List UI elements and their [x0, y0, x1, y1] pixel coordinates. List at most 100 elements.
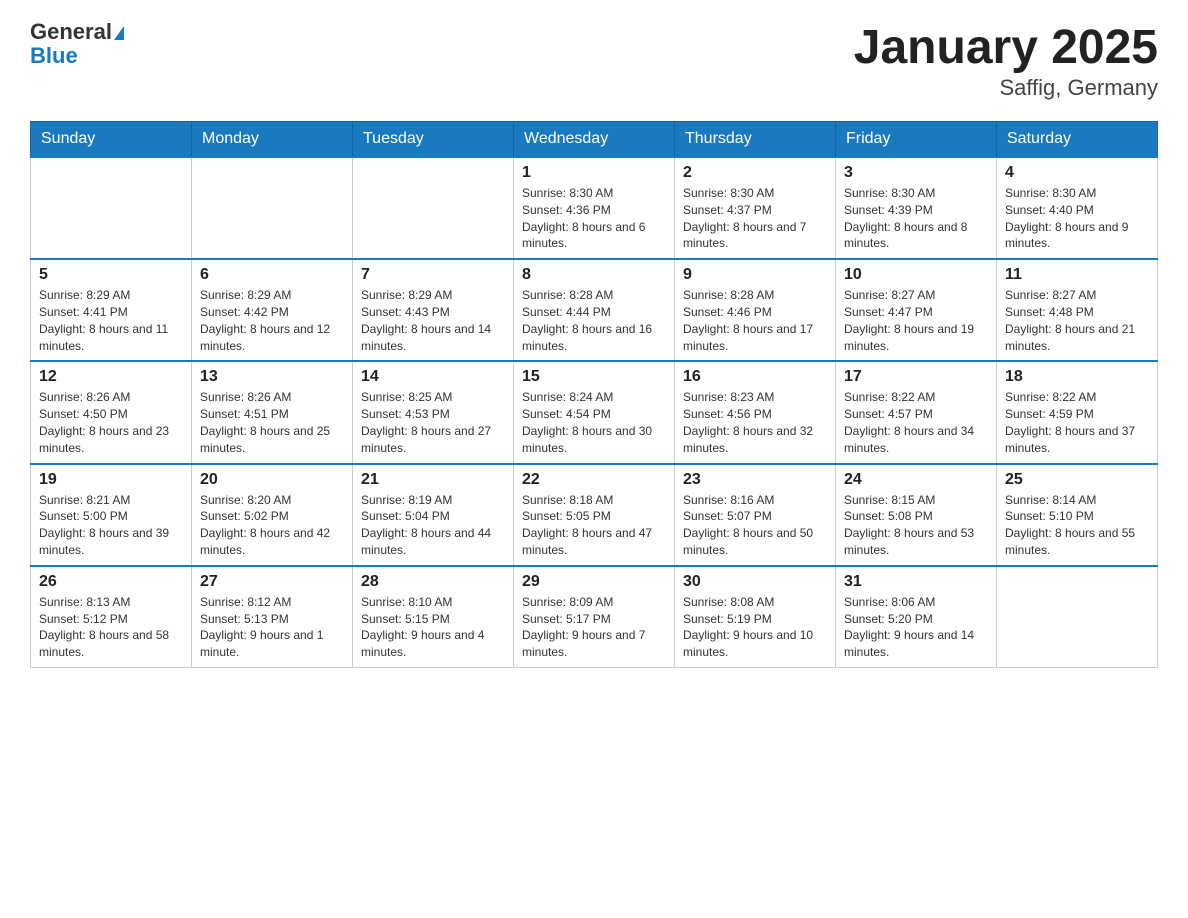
- calendar-cell: 21 Sunrise: 8:19 AM Sunset: 5:04 PM Dayli…: [353, 464, 514, 566]
- week-row-4: 19Sunrise: 8:21 AM Sunset: 5:00 PM Dayli…: [31, 464, 1158, 566]
- logo-triangle-icon: [114, 26, 124, 40]
- day-number: 31: [844, 573, 988, 591]
- calendar-cell: 26 Sunrise: 8:13 AM Sunset: 5:12 PM Dayli…: [31, 566, 192, 668]
- calendar-cell: 30 Sunrise: 8:08 AM Sunset: 5:19 PM Dayli…: [675, 566, 836, 668]
- day-info: Sunrise: 8:22 AM Sunset: 4:57 PM Dayligh…: [844, 389, 988, 456]
- day-info: Sunrise: 8:19 AM Sunset: 5:04 PM Dayligh…: [361, 492, 505, 559]
- day-info: Sunrise: 8:10 AM Sunset: 5:15 PM Dayligh…: [361, 594, 505, 661]
- day-info: Sunrise: 8:30 AM Sunset: 4:36 PM Dayligh…: [522, 185, 666, 252]
- day-info: Sunrise: 8:30 AM Sunset: 4:39 PM Dayligh…: [844, 185, 988, 252]
- calendar-cell: 22 Sunrise: 8:18 AM Sunset: 5:05 PM Dayli…: [514, 464, 675, 566]
- calendar-cell: [997, 566, 1158, 668]
- calendar-table: SundayMondayTuesdayWednesdayThursdayFrid…: [30, 121, 1158, 668]
- day-number: 21: [361, 471, 505, 489]
- weekday-header-thursday: Thursday: [675, 122, 836, 158]
- day-number: 25: [1005, 471, 1149, 489]
- logo-general-text: General: [30, 19, 112, 44]
- day-info: Sunrise: 8:18 AM Sunset: 5:05 PM Dayligh…: [522, 492, 666, 559]
- day-info: Sunrise: 8:12 AM Sunset: 5:13 PM Dayligh…: [200, 594, 344, 661]
- day-number: 5: [39, 266, 183, 284]
- calendar-cell: 23Sunrise: 8:16 AM Sunset: 5:07 PM Dayli…: [675, 464, 836, 566]
- day-info: Sunrise: 8:28 AM Sunset: 4:46 PM Dayligh…: [683, 287, 827, 354]
- title-block: January 2025 Saffig, Germany: [854, 20, 1158, 101]
- day-info: Sunrise: 8:28 AM Sunset: 4:44 PM Dayligh…: [522, 287, 666, 354]
- day-number: 9: [683, 266, 827, 284]
- day-number: 22: [522, 471, 666, 489]
- calendar-cell: 6Sunrise: 8:29 AM Sunset: 4:42 PM Daylig…: [192, 259, 353, 361]
- page-header: General Blue January 2025 Saffig, German…: [30, 20, 1158, 101]
- calendar-cell: 1Sunrise: 8:30 AM Sunset: 4:36 PM Daylig…: [514, 157, 675, 259]
- calendar-cell: [192, 157, 353, 259]
- calendar-cell: 17 Sunrise: 8:22 AM Sunset: 4:57 PM Dayli…: [836, 361, 997, 463]
- day-info: Sunrise: 8:22 AM Sunset: 4:59 PM Dayligh…: [1005, 389, 1149, 456]
- day-number: 10: [844, 266, 988, 284]
- day-info: Sunrise: 8:08 AM Sunset: 5:19 PM Dayligh…: [683, 594, 827, 661]
- day-info: Sunrise: 8:30 AM Sunset: 4:37 PM Dayligh…: [683, 185, 827, 252]
- calendar-title: January 2025: [854, 20, 1158, 75]
- calendar-cell: 12 Sunrise: 8:26 AM Sunset: 4:50 PM Dayli…: [31, 361, 192, 463]
- calendar-cell: 15 Sunrise: 8:24 AM Sunset: 4:54 PM Dayli…: [514, 361, 675, 463]
- calendar-cell: [353, 157, 514, 259]
- day-info: Sunrise: 8:15 AM Sunset: 5:08 PM Dayligh…: [844, 492, 988, 559]
- calendar-cell: 5Sunrise: 8:29 AM Sunset: 4:41 PM Daylig…: [31, 259, 192, 361]
- day-info: Sunrise: 8:25 AM Sunset: 4:53 PM Dayligh…: [361, 389, 505, 456]
- day-number: 2: [683, 164, 827, 182]
- calendar-cell: [31, 157, 192, 259]
- logo-blue-text: Blue: [30, 44, 124, 68]
- day-number: 27: [200, 573, 344, 591]
- calendar-cell: 11Sunrise: 8:27 AM Sunset: 4:48 PM Dayli…: [997, 259, 1158, 361]
- day-info: Sunrise: 8:24 AM Sunset: 4:54 PM Dayligh…: [522, 389, 666, 456]
- week-row-3: 12 Sunrise: 8:26 AM Sunset: 4:50 PM Dayli…: [31, 361, 1158, 463]
- day-number: 19: [39, 471, 183, 489]
- day-number: 15: [522, 368, 666, 386]
- calendar-cell: 14 Sunrise: 8:25 AM Sunset: 4:53 PM Dayli…: [353, 361, 514, 463]
- day-info: Sunrise: 8:13 AM Sunset: 5:12 PM Dayligh…: [39, 594, 183, 661]
- weekday-header-saturday: Saturday: [997, 122, 1158, 158]
- day-info: Sunrise: 8:29 AM Sunset: 4:43 PM Dayligh…: [361, 287, 505, 354]
- calendar-cell: 3 Sunrise: 8:30 AM Sunset: 4:39 PM Daylig…: [836, 157, 997, 259]
- day-number: 17: [844, 368, 988, 386]
- day-number: 13: [200, 368, 344, 386]
- day-info: Sunrise: 8:30 AM Sunset: 4:40 PM Dayligh…: [1005, 185, 1149, 252]
- day-number: 8: [522, 266, 666, 284]
- day-number: 7: [361, 266, 505, 284]
- calendar-cell: 7 Sunrise: 8:29 AM Sunset: 4:43 PM Daylig…: [353, 259, 514, 361]
- weekday-header-sunday: Sunday: [31, 122, 192, 158]
- day-number: 26: [39, 573, 183, 591]
- calendar-cell: 4 Sunrise: 8:30 AM Sunset: 4:40 PM Daylig…: [997, 157, 1158, 259]
- day-number: 24: [844, 471, 988, 489]
- weekday-header-friday: Friday: [836, 122, 997, 158]
- week-row-5: 26 Sunrise: 8:13 AM Sunset: 5:12 PM Dayli…: [31, 566, 1158, 668]
- day-number: 4: [1005, 164, 1149, 182]
- calendar-cell: 31 Sunrise: 8:06 AM Sunset: 5:20 PM Dayli…: [836, 566, 997, 668]
- calendar-cell: 2 Sunrise: 8:30 AM Sunset: 4:37 PM Daylig…: [675, 157, 836, 259]
- calendar-cell: 13 Sunrise: 8:26 AM Sunset: 4:51 PM Dayli…: [192, 361, 353, 463]
- day-number: 18: [1005, 368, 1149, 386]
- calendar-cell: 28 Sunrise: 8:10 AM Sunset: 5:15 PM Dayli…: [353, 566, 514, 668]
- day-info: Sunrise: 8:27 AM Sunset: 4:48 PM Dayligh…: [1005, 287, 1149, 354]
- calendar-cell: 18 Sunrise: 8:22 AM Sunset: 4:59 PM Dayli…: [997, 361, 1158, 463]
- calendar-cell: 9 Sunrise: 8:28 AM Sunset: 4:46 PM Daylig…: [675, 259, 836, 361]
- day-number: 3: [844, 164, 988, 182]
- logo: General Blue: [30, 20, 124, 68]
- weekday-header-monday: Monday: [192, 122, 353, 158]
- day-number: 23: [683, 471, 827, 489]
- calendar-cell: 25 Sunrise: 8:14 AM Sunset: 5:10 PM Dayli…: [997, 464, 1158, 566]
- day-info: Sunrise: 8:27 AM Sunset: 4:47 PM Dayligh…: [844, 287, 988, 354]
- calendar-subtitle: Saffig, Germany: [854, 75, 1158, 101]
- day-info: Sunrise: 8:06 AM Sunset: 5:20 PM Dayligh…: [844, 594, 988, 661]
- day-number: 29: [522, 573, 666, 591]
- weekday-header-wednesday: Wednesday: [514, 122, 675, 158]
- day-info: Sunrise: 8:26 AM Sunset: 4:51 PM Dayligh…: [200, 389, 344, 456]
- day-number: 14: [361, 368, 505, 386]
- calendar-cell: 27 Sunrise: 8:12 AM Sunset: 5:13 PM Dayli…: [192, 566, 353, 668]
- day-info: Sunrise: 8:26 AM Sunset: 4:50 PM Dayligh…: [39, 389, 183, 456]
- day-number: 12: [39, 368, 183, 386]
- calendar-cell: 24 Sunrise: 8:15 AM Sunset: 5:08 PM Dayli…: [836, 464, 997, 566]
- day-info: Sunrise: 8:14 AM Sunset: 5:10 PM Dayligh…: [1005, 492, 1149, 559]
- day-info: Sunrise: 8:20 AM Sunset: 5:02 PM Dayligh…: [200, 492, 344, 559]
- day-number: 28: [361, 573, 505, 591]
- day-number: 30: [683, 573, 827, 591]
- day-info: Sunrise: 8:23 AM Sunset: 4:56 PM Dayligh…: [683, 389, 827, 456]
- day-info: Sunrise: 8:09 AM Sunset: 5:17 PM Dayligh…: [522, 594, 666, 661]
